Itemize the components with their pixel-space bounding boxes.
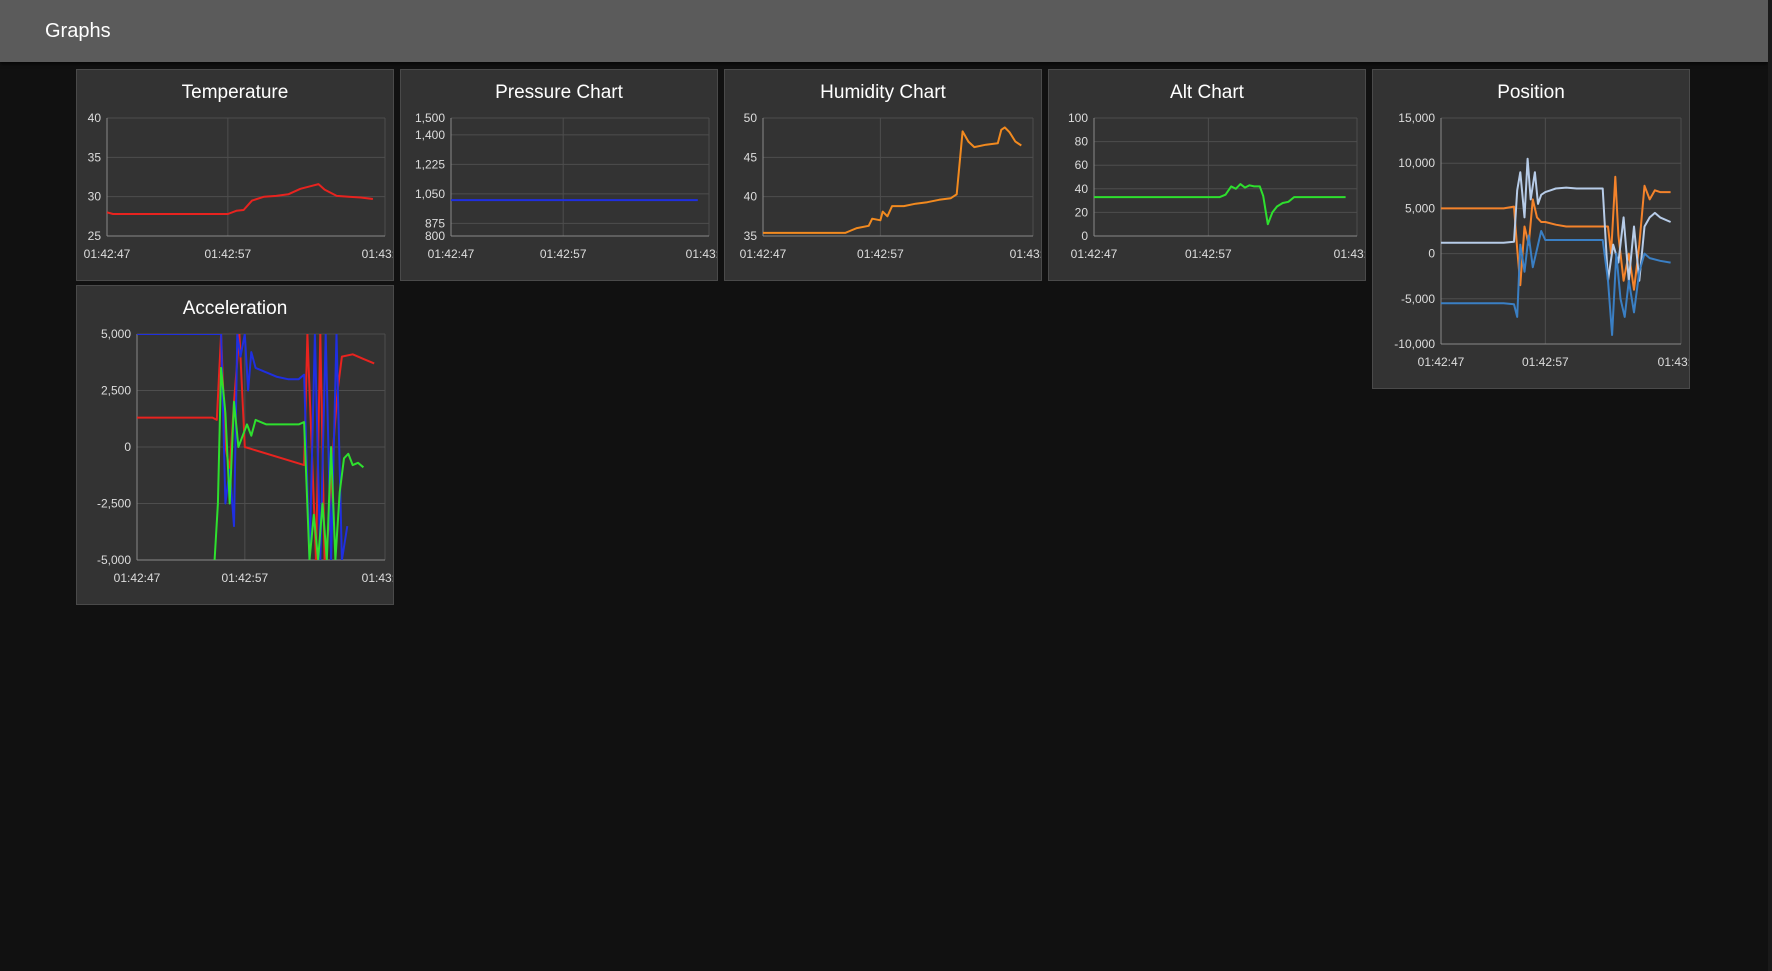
top-header-bar: Graphs	[0, 0, 1768, 62]
pressure-xtick-label: 01:42:47	[428, 247, 475, 261]
humidity-chart-svg: 50 45 40 35 01:42:47 01:42:57 01:43:10	[740, 111, 1041, 261]
temperature-ytick-label: 40	[88, 111, 102, 125]
alt-ytick-label: 100	[1068, 111, 1088, 125]
temperature-chart-card: Temperature 40 35 30 25 01:42:47 01:42:57 01:4…	[76, 69, 394, 281]
acceleration-chart-card: Acceleration 5,000 2,500 0 -2,500 -5,000 01:4…	[76, 285, 394, 605]
position-ytick-label: -5,000	[1401, 292, 1435, 306]
temperature-ytick-label: 25	[88, 229, 102, 243]
temperature-ytick-label: 35	[88, 150, 102, 164]
temperature-xtick-label: 01:43:10	[362, 247, 393, 261]
humidity-ytick-label: 50	[744, 111, 758, 125]
pressure-chart-svg: 1,5001,4001,2251,05087580001:42:47 01:42:…	[415, 111, 717, 261]
temperature-xtick-label: 01:42:47	[84, 247, 131, 261]
acceleration-ytick-label: -5,000	[97, 553, 131, 567]
position-xtick-label: 01:42:57	[1522, 355, 1569, 369]
humidity-ytick-label: 35	[744, 229, 758, 243]
position-ytick-label: 10,000	[1398, 156, 1435, 170]
acceleration-xtick-label: 01:43:10	[362, 571, 393, 585]
acceleration-ytick-label: 0	[124, 440, 131, 454]
acceleration-xtick-label: 01:42:57	[221, 571, 268, 585]
alt-ytick-label: 20	[1075, 205, 1089, 219]
acceleration-ytick-label: -2,500	[97, 497, 131, 511]
temperature-series-line-0	[107, 183, 374, 215]
temperature-ytick-label: 30	[88, 190, 102, 204]
temperature-chart-svg: 40 35 30 25 01:42:47 01:42:57 01:43:10	[84, 111, 393, 261]
pressure-ytick-label: 1,225	[415, 157, 445, 171]
humidity-xtick-label: 01:42:47	[740, 247, 787, 261]
page-title: Graphs	[45, 20, 111, 42]
alt-chart-svg: 100 80 60 40 20 0 01:42:47 01:42:57 01:43:10	[1068, 111, 1365, 261]
position-chart-svg: 15,000 10,000 5,000 0 -5,000 -10,000 01:42:47 0…	[1394, 111, 1689, 369]
scrollbar-strip[interactable]	[1768, 0, 1772, 971]
pressure-xtick-label: 01:42:57	[540, 247, 587, 261]
position-series-line-1	[1441, 157, 1672, 282]
position-ytick-label: 15,000	[1398, 111, 1435, 125]
position-ytick-label: -10,000	[1394, 337, 1435, 351]
pressure-xtick-label: 01:43:10	[686, 247, 717, 261]
acceleration-chart-svg: 5,000 2,500 0 -2,500 -5,000 01:42:47 01:42:57 0…	[97, 327, 393, 585]
temperature-xtick-label: 01:42:57	[205, 247, 252, 261]
acceleration-ytick-label: 5,000	[101, 327, 131, 341]
alt-chart-card: Alt Chart 100 80 60 40 20 0 01:42:47 01:42:57 01…	[1048, 69, 1366, 281]
alt-ytick-label: 80	[1075, 135, 1089, 149]
pressure-ytick-label: 1,500	[415, 111, 445, 125]
alt-ytick-label: 0	[1081, 229, 1088, 243]
alt-xtick-label: 01:42:47	[1071, 247, 1118, 261]
alt-ytick-label: 40	[1075, 182, 1089, 196]
alt-xtick-label: 01:42:57	[1185, 247, 1232, 261]
position-xtick-label: 01:42:47	[1418, 355, 1465, 369]
position-ytick-label: 0	[1428, 247, 1435, 261]
alt-xtick-label: 01:43:10	[1334, 247, 1365, 261]
position-chart-card: Position 15,000 10,000 5,000 0 -5,000 -10,000…	[1372, 69, 1690, 389]
position-xtick-label: 01:43:10	[1658, 355, 1689, 369]
humidity-xtick-label: 01:42:57	[857, 247, 904, 261]
humidity-series-line-0	[763, 126, 1022, 234]
pressure-chart-card: Pressure Chart 1,500 1,400 1,225 1,050 875 80…	[400, 69, 718, 281]
pressure-ytick-label: 1,050	[415, 187, 445, 201]
humidity-xtick-label: 01:43:10	[1010, 247, 1041, 261]
pressure-ytick-label: 800	[425, 229, 445, 243]
humidity-ytick-label: 40	[744, 190, 758, 204]
position-ytick-label: 5,000	[1405, 201, 1435, 215]
alt-ytick-label: 60	[1075, 158, 1089, 172]
acceleration-ytick-label: 2,500	[101, 384, 131, 398]
pressure-ytick-label: 1,400	[415, 128, 445, 142]
humidity-ytick-label: 45	[744, 150, 758, 164]
acceleration-xtick-label: 01:42:47	[114, 571, 161, 585]
alt-series-line-0	[1094, 183, 1346, 226]
humidity-chart-card: Humidity Chart 50 45 40 35 01:42:47 01:42:57 0…	[724, 69, 1042, 281]
position-series-line-0	[1441, 175, 1671, 291]
